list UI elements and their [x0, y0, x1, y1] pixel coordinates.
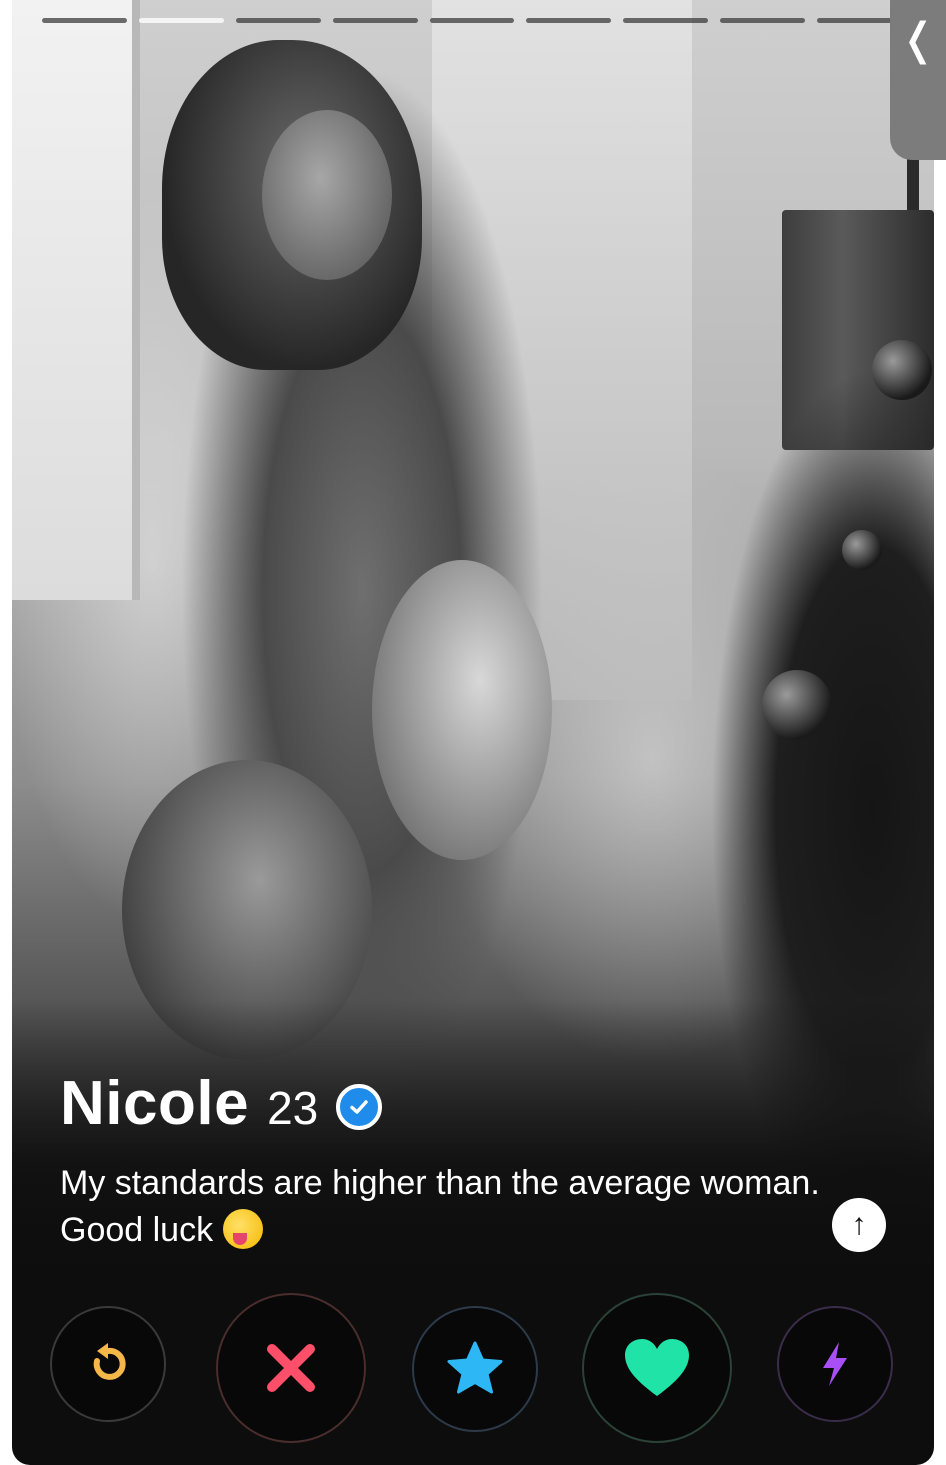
photo-ornament [762, 670, 832, 740]
photo-progress-segment[interactable] [332, 18, 418, 23]
photo-progress-segment[interactable] [429, 18, 515, 23]
profile-header: Nicole 23 [60, 1068, 383, 1139]
photo-belly [372, 560, 552, 860]
photo-window [12, 0, 140, 600]
nope-button[interactable] [216, 1293, 366, 1443]
open-profile-button[interactable]: ↑ [832, 1198, 886, 1252]
photo-progress-bar [42, 18, 903, 23]
profile-card[interactable]: Nicole 23 My standards are higher than t… [12, 0, 934, 1465]
lightning-icon [823, 1342, 847, 1386]
chevron-left-icon: ❬ [899, 15, 937, 64]
arrow-up-icon: ↑ [851, 1208, 867, 1241]
photo-ornament [872, 340, 932, 400]
winking-tongue-emoji-icon [223, 1209, 264, 1249]
close-icon [267, 1344, 315, 1392]
photo-progress-segment[interactable] [720, 18, 806, 23]
rewind-icon [93, 1343, 126, 1380]
like-button[interactable] [582, 1293, 732, 1443]
photo-ornament [842, 530, 882, 570]
rewind-button[interactable] [50, 1306, 166, 1422]
photo-progress-segment[interactable] [235, 18, 321, 23]
photo-face [262, 110, 392, 280]
super-like-button[interactable] [412, 1306, 538, 1432]
photo-progress-segment[interactable] [42, 18, 127, 23]
profile-bio: My standards are higher than the average… [60, 1160, 830, 1254]
boost-button[interactable] [777, 1306, 893, 1422]
star-icon [447, 1341, 503, 1394]
verified-badge-icon [336, 1083, 383, 1130]
photo-progress-segment[interactable] [138, 18, 224, 23]
back-tab[interactable]: ❬ [890, 0, 946, 160]
profile-bio-text: My standards are higher than the average… [60, 1164, 820, 1249]
photo-progress-segment[interactable] [526, 18, 612, 23]
photo-progress-segment[interactable] [623, 18, 709, 23]
profile-age: 23 [267, 1082, 319, 1134]
bottom-gradient [12, 1000, 934, 1300]
profile-name: Nicole [60, 1069, 250, 1138]
heart-icon [625, 1339, 689, 1396]
checkmark-icon [350, 1099, 368, 1114]
